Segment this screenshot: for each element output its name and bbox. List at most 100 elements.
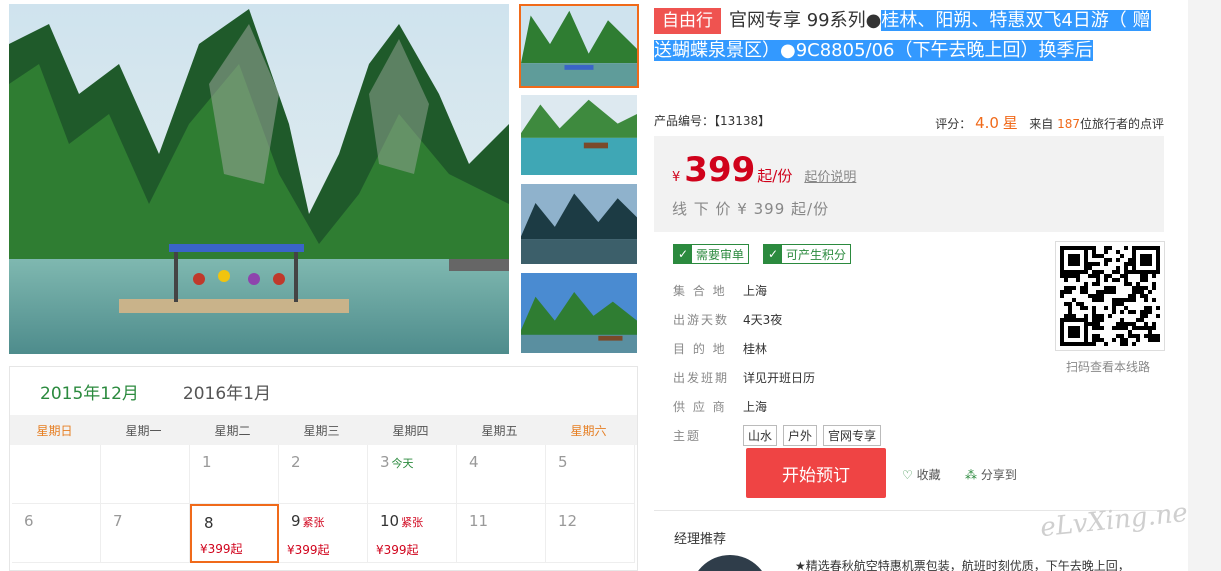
- info-value: 上海: [743, 284, 768, 298]
- weekday-label: 星期六: [570, 423, 607, 438]
- heart-icon: ♡: [902, 468, 913, 482]
- price-unit: 起/份: [757, 167, 793, 185]
- day-number: 12: [558, 512, 578, 530]
- thumbnail-strip: [519, 4, 639, 360]
- day-number: 11: [469, 512, 489, 530]
- favorite-label: 收藏: [916, 468, 941, 482]
- rating-label: 评分：: [935, 117, 972, 131]
- theme-tag[interactable]: 官网专享: [823, 425, 882, 446]
- day-number: 3: [380, 453, 390, 471]
- day-number: 6: [24, 512, 34, 530]
- check-label: 可产生积分: [786, 247, 847, 262]
- info-key: 供 应 商: [673, 400, 727, 414]
- info-key: 集 合 地: [673, 284, 727, 298]
- qr-code: [1055, 241, 1165, 351]
- product-type-badge: 自由行: [654, 8, 721, 34]
- manager-text: ★精选春秋航空特惠机票包装，航班时刻优质，下午去晚上回，: [795, 559, 1130, 571]
- day-price: ¥399起: [287, 543, 330, 557]
- theme-label: 主题: [673, 429, 702, 443]
- calendar-day[interactable]: 9 紧张 ¥399起: [279, 504, 368, 563]
- page-sidebar-edge: [1188, 0, 1221, 571]
- price-explain-link[interactable]: 起价说明: [804, 166, 856, 185]
- check-label: 需要审单: [696, 247, 745, 262]
- start-booking-button[interactable]: 开始预订: [746, 448, 886, 498]
- calendar-day[interactable]: 8 ¥399起: [190, 504, 279, 563]
- info-value: 上海: [743, 400, 768, 414]
- qr-code-icon: [1060, 246, 1160, 346]
- day-number: 4: [469, 453, 479, 471]
- weekday-label: 星期四: [392, 423, 429, 438]
- departure-calendar: 2015年12月 2016年1月 星期日 星期一 星期二 星期三 星期四 星期五…: [9, 366, 638, 571]
- thumbnail-1[interactable]: [519, 4, 639, 88]
- checkmark-icon: ✓: [764, 245, 783, 263]
- calendar-weekday-header: 星期日 星期一 星期二 星期三 星期四 星期五 星期六: [10, 415, 637, 445]
- calendar-day: [12, 445, 101, 504]
- weekday-label: 星期三: [303, 423, 340, 438]
- feature-checks: ✓ 需要审单 ✓ 可产生积分: [673, 244, 852, 264]
- info-value: 详见开班日历: [743, 371, 816, 385]
- review-count[interactable]: 187: [1057, 117, 1080, 131]
- weekday-label: 星期一: [125, 423, 162, 438]
- price-box: ¥ 399 起/份 起价说明 线 下 价 ¥ 399 起/份: [654, 136, 1164, 232]
- share-label: 分享到: [980, 468, 1017, 482]
- product-title: 自由行 官网专享 99系列●桂林、阳朔、特惠双飞4日游（ 赠送蝴蝶泉景区）●9C8…: [654, 6, 1166, 66]
- review-prefix: 来自: [1029, 117, 1054, 131]
- calendar-day: 12: [546, 504, 635, 563]
- product-info: 集 合 地上海 出游天数 4天3夜 目 的 地桂林 出发班期 详见开班日历 供 应 …: [673, 276, 887, 450]
- thumbnail-2[interactable]: [519, 93, 639, 177]
- calendar-month-tabs: 2015年12月 2016年1月: [10, 367, 637, 415]
- theme-tag[interactable]: 山水: [743, 425, 778, 446]
- offline-price: 线 下 价 ¥ 399 起/份: [672, 200, 830, 218]
- calendar-day: 2: [279, 445, 368, 504]
- day-number: 8: [204, 514, 214, 532]
- day-price: ¥399起: [376, 543, 419, 557]
- day-number: 9: [291, 512, 301, 530]
- day-status-tag: 紧张: [302, 516, 325, 529]
- info-value: 4天3夜: [743, 313, 783, 327]
- calendar-day[interactable]: 10 紧张 ¥399起: [368, 504, 457, 563]
- thumbnail-4[interactable]: [519, 271, 639, 355]
- weekday-label: 星期五: [481, 423, 518, 438]
- tab-month-1[interactable]: 2015年12月: [40, 379, 139, 404]
- favorite-button[interactable]: ♡ 收藏: [902, 466, 941, 483]
- calendar-day: 4: [457, 445, 546, 504]
- share-button[interactable]: ⁂ 分享到: [965, 466, 1017, 483]
- day-number: 7: [113, 512, 123, 530]
- calendar-grid: 1 2 3 今天 4 5 6 7 8 ¥399起 9 紧张 ¥399起 10 紧张 ¥399起 11 12: [10, 445, 637, 563]
- weekday-label: 星期二: [214, 423, 251, 438]
- manager-avatar: [690, 555, 770, 571]
- day-number: 5: [558, 453, 568, 471]
- day-number: 10: [380, 512, 400, 530]
- manager-title: 经理推荐: [674, 532, 727, 547]
- calendar-day: 3 今天: [368, 445, 457, 504]
- day-number: 2: [291, 453, 301, 471]
- title-prefix: 官网专享 99系列●: [729, 10, 882, 31]
- info-key: 出发班期: [673, 371, 730, 385]
- thumbnail-3[interactable]: [519, 182, 639, 266]
- info-key: 出游天数: [673, 313, 730, 327]
- theme-tag[interactable]: 户外: [783, 425, 818, 446]
- watermark: eLvXing.net: [1038, 496, 1200, 544]
- day-number: 1: [202, 453, 212, 471]
- calendar-day: 5: [546, 445, 635, 504]
- qr-caption: 扫码查看本线路: [1066, 360, 1151, 374]
- calendar-day: [101, 445, 190, 504]
- calendar-day: 6: [12, 504, 101, 563]
- checkmark-icon: ✓: [674, 245, 692, 263]
- check-earn-points: ✓ 可产生积分: [763, 244, 852, 264]
- product-code: 产品编号：【13138】: [654, 114, 771, 128]
- info-key: 目 的 地: [673, 342, 727, 356]
- day-status-tag: 紧张: [401, 516, 424, 529]
- check-review-required: ✓ 需要审单: [673, 244, 750, 264]
- calendar-day: 1: [190, 445, 279, 504]
- tab-month-2[interactable]: 2016年1月: [183, 379, 271, 404]
- main-photo: [9, 4, 509, 354]
- review-suffix: 位旅行者的点评: [1079, 117, 1164, 131]
- share-icon: ⁂: [965, 468, 977, 482]
- price-currency: ¥: [672, 170, 681, 185]
- product-meta: 产品编号：【13138】 评分： 4.0 星 来自 187位旅行者的点评: [654, 112, 1164, 133]
- price-value: 399: [684, 150, 756, 190]
- rating: 评分： 4.0 星 来自 187位旅行者的点评: [935, 112, 1164, 133]
- weekday-label: 星期日: [36, 423, 73, 438]
- info-value: 桂林: [743, 342, 768, 356]
